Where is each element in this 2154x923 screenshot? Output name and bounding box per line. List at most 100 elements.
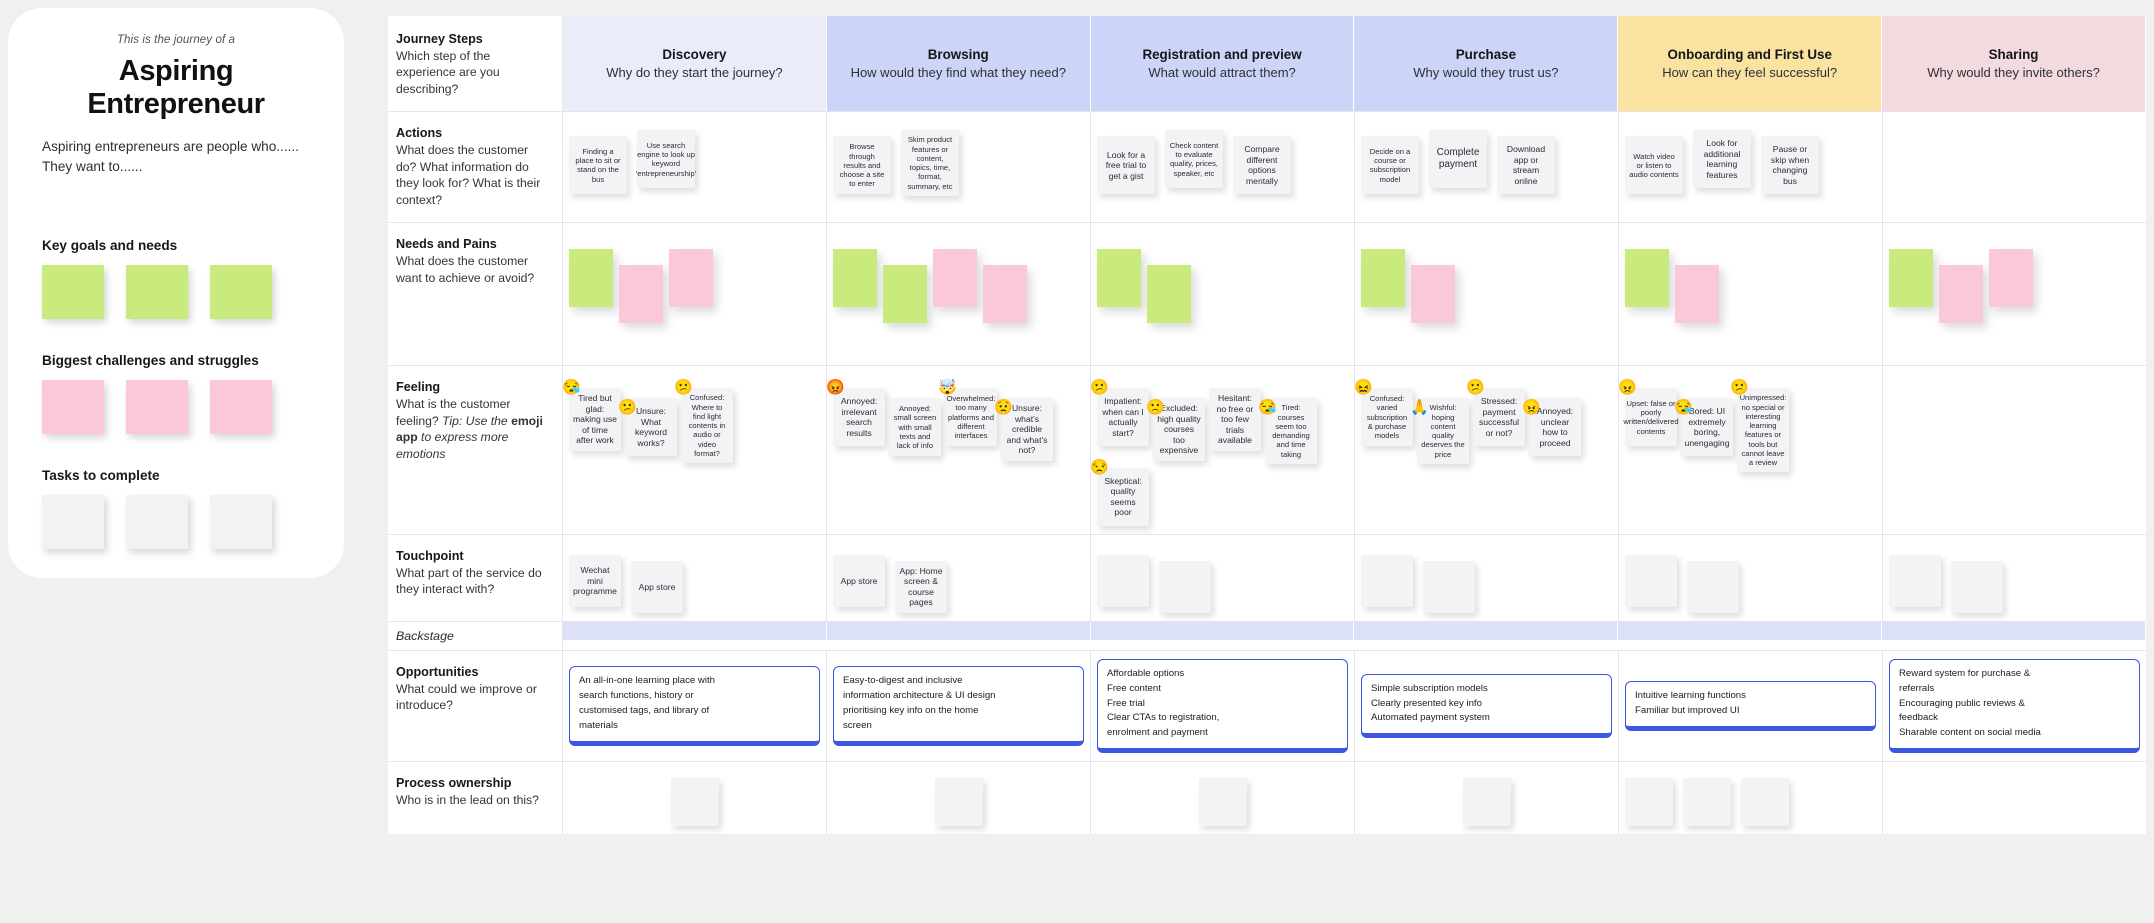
- sticky-note[interactable]: [1683, 778, 1731, 827]
- sticky-note[interactable]: [1159, 560, 1211, 613]
- persona-section-label-goals: Key goals and needs: [42, 237, 178, 253]
- sticky-note[interactable]: [1939, 265, 1983, 324]
- sticky-note[interactable]: Impatient: when can I actually start?: [1097, 388, 1149, 447]
- sticky-note[interactable]: Wechat mini programme: [569, 554, 621, 607]
- opportunity-box[interactable]: Affordable options Free content Free trial…: [1097, 658, 1348, 754]
- sticky-note[interactable]: [670, 778, 719, 827]
- sticky-note[interactable]: [210, 379, 272, 434]
- sticky-note[interactable]: [1675, 265, 1719, 324]
- sticky-note[interactable]: [883, 265, 927, 324]
- sticky-note[interactable]: App store: [631, 560, 683, 613]
- sticky-note[interactable]: App store: [833, 554, 885, 607]
- sticky-note[interactable]: Confused: Where to find light contents i…: [681, 388, 733, 464]
- sticky-note[interactable]: Complete payment: [1429, 130, 1487, 189]
- opportunity-box[interactable]: Reward system for purchase & referrals Enc…: [1889, 658, 2140, 754]
- opportunity-line: Automated payment system: [1371, 712, 1490, 724]
- sticky-note[interactable]: Download app or stream online: [1497, 136, 1555, 195]
- sticky-note[interactable]: [569, 249, 613, 308]
- journey-step-header-4[interactable]: Purchase Why would they trust us?: [1354, 16, 1619, 112]
- sticky-note[interactable]: [619, 265, 663, 324]
- sticky-note[interactable]: [1889, 554, 1941, 607]
- row-label-touchpoint: Touchpoint What part of the service do t…: [388, 534, 563, 621]
- sticky-note[interactable]: [1423, 560, 1475, 613]
- sticky-note[interactable]: [1625, 778, 1673, 827]
- sticky-note[interactable]: Unimpressed: no special or interesting l…: [1737, 388, 1789, 473]
- sticky-note[interactable]: Skeptical: quality seems poor: [1097, 467, 1149, 526]
- sticky-note[interactable]: Upset: false or poorly written/delivered…: [1623, 388, 1679, 447]
- persona-notes-tasks: [42, 494, 310, 549]
- backstage-cell-6: [1882, 621, 2146, 640]
- sticky-note[interactable]: [1097, 554, 1149, 607]
- sticky-note[interactable]: Stressed: payment successful or not?: [1473, 388, 1525, 447]
- opportunity-line: materials: [579, 719, 618, 731]
- row-desc: Who is in the lead on this?: [396, 793, 539, 808]
- sticky-note[interactable]: [126, 379, 188, 434]
- sticky-note[interactable]: Compare different options mentally: [1233, 136, 1291, 195]
- journey-step-header-3[interactable]: Registration and preview What would attra…: [1090, 16, 1355, 112]
- row-desc: Which step of the experience are you des…: [396, 49, 500, 96]
- sticky-note[interactable]: Decide on a course or subscription model: [1361, 136, 1419, 195]
- sticky-note[interactable]: [1625, 554, 1677, 607]
- sticky-note[interactable]: [933, 249, 977, 308]
- sticky-note[interactable]: Watch video or listen to audio contents: [1625, 136, 1683, 195]
- emoji-icon: 🙏: [1410, 399, 1429, 417]
- sticky-note[interactable]: [126, 494, 188, 549]
- sticky-note[interactable]: [210, 494, 272, 549]
- feeling-note-wrapper: 😡 Annoyed: irrelevant search results: [826, 380, 885, 447]
- journey-step-header-1[interactable]: Discovery Why do they start the journey?: [563, 16, 827, 112]
- sticky-note[interactable]: Check content to evaluate quality, price…: [1165, 130, 1223, 189]
- opportunity-line: Simple subscription models: [1371, 682, 1488, 694]
- sticky-note[interactable]: [1687, 560, 1739, 613]
- sticky-note[interactable]: [1097, 249, 1141, 308]
- sticky-note[interactable]: [1951, 560, 2003, 613]
- feeling-note-wrapper: 😠 Upset: false or poorly written/delivere…: [1618, 380, 1679, 447]
- opportunity-box[interactable]: Easy-to-digest and inclusive information …: [833, 666, 1084, 746]
- sticky-note[interactable]: [42, 264, 104, 319]
- sticky-note[interactable]: [1741, 778, 1789, 827]
- sticky-note[interactable]: [1361, 249, 1405, 308]
- journey-step-header-2[interactable]: Browsing How would they find what they ne…: [826, 16, 1091, 112]
- sticky-note[interactable]: [210, 264, 272, 319]
- journey-step-header-5[interactable]: Onboarding and First Use How can they fee…: [1618, 16, 1883, 112]
- sticky-note[interactable]: [1361, 554, 1413, 607]
- opportunity-line: Sharable content on social media: [1899, 727, 2041, 739]
- sticky-note[interactable]: [833, 249, 877, 308]
- sticky-note[interactable]: [1147, 265, 1191, 324]
- sticky-note[interactable]: [126, 264, 188, 319]
- sticky-note[interactable]: Look for a free trial to get a gist: [1097, 136, 1155, 195]
- sticky-note[interactable]: Confused: varied subscription & purchase…: [1361, 388, 1413, 447]
- opportunity-box[interactable]: An all-in-one learning place with search …: [569, 666, 820, 746]
- sticky-note[interactable]: Browse through results and choose a site…: [833, 136, 891, 195]
- opportunity-line: referrals: [1899, 682, 1935, 694]
- sticky-note[interactable]: Tired but glad: making use of time after…: [569, 388, 621, 451]
- sticky-note[interactable]: Finding a place to sit or stand on the b…: [569, 136, 627, 195]
- sticky-note[interactable]: [1889, 249, 1933, 308]
- sticky-note[interactable]: App: Home screen & course pages: [895, 560, 947, 613]
- opportunity-line: Free content: [1107, 682, 1161, 694]
- sticky-note[interactable]: [1198, 778, 1247, 827]
- sticky-note[interactable]: Look for additional learning features: [1693, 130, 1751, 189]
- sticky-note[interactable]: [669, 249, 713, 308]
- sticky-note[interactable]: Annoyed: small screen with small texts a…: [889, 398, 941, 457]
- sticky-note[interactable]: [42, 379, 104, 434]
- sticky-note[interactable]: [1625, 249, 1669, 308]
- sticky-note[interactable]: Overwhelmed: too many platforms and diff…: [945, 388, 997, 447]
- opportunity-box[interactable]: Simple subscription models Clearly presen…: [1361, 673, 1612, 739]
- sticky-note[interactable]: Skim product features or content, topics…: [901, 130, 959, 196]
- emoji-icon: 😪: [1258, 399, 1277, 417]
- sticky-note[interactable]: [934, 778, 983, 827]
- sticky-note[interactable]: [983, 265, 1027, 324]
- opportunity-box[interactable]: Intuitive learning functions Familiar but…: [1625, 681, 1876, 731]
- sticky-note-group: App store App: Home screen & course pages: [833, 554, 1084, 613]
- sticky-note[interactable]: Use search engine to look up keyword 'en…: [636, 130, 696, 189]
- journey-step-header-6[interactable]: Sharing Why would they invite others?: [1882, 16, 2146, 112]
- sticky-note[interactable]: [1462, 778, 1511, 827]
- sticky-note[interactable]: Annoyed: irrelevant search results: [833, 388, 885, 447]
- sticky-note[interactable]: [42, 494, 104, 549]
- sticky-note[interactable]: Hesitant: no free or too few trials avai…: [1209, 388, 1261, 451]
- persona-section-label-tasks: Tasks to complete: [42, 467, 160, 483]
- sticky-note[interactable]: Pause or skip when changing bus: [1761, 136, 1819, 195]
- sticky-note[interactable]: [1989, 249, 2033, 308]
- sticky-note[interactable]: [1411, 265, 1455, 324]
- sticky-note-group: [1625, 554, 1876, 613]
